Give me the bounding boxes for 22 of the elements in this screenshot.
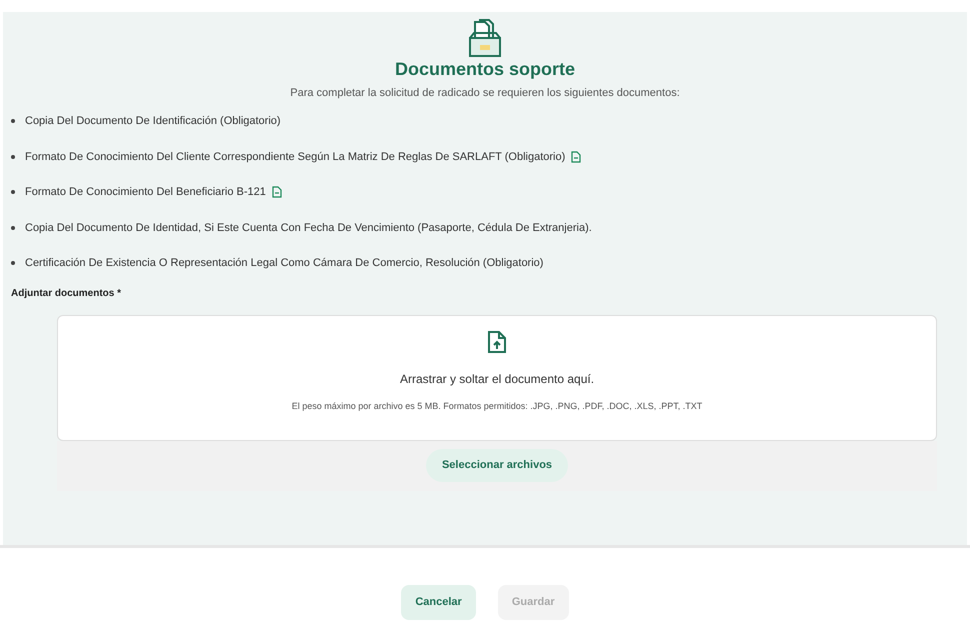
upload-area[interactable]: Arrastrar y soltar el documento aquí. El peso máximo por archivo es 5 MB. Formatos permitidos: .JPG, .PNG, .PDF, .DOC, .XLS, .PPT, .TXT	[57, 314, 937, 440]
file-download-icon[interactable]	[272, 186, 282, 198]
bullet-icon	[11, 119, 15, 124]
document-requirement: Certificación De Existencia O Representación Legal Como Cámara De Comercio, Resolución (Obligatorio)	[25, 256, 544, 271]
document-requirement: Formato De Conocimiento Del Beneficiario B-121	[25, 185, 266, 200]
upload-hint: El peso máximo por archivo es 5 MB. Formatos permitidos: .JPG, .PNG, .PDF, .DOC, .XLS, .PPT, .TXT	[292, 400, 702, 413]
document-requirement: Copia Del Documento De Identificación (Obligatorio)	[25, 114, 281, 129]
file-download-icon[interactable]	[571, 150, 582, 163]
bullet-icon	[11, 154, 15, 159]
cancel-button[interactable]: Cancelar	[401, 585, 476, 620]
box-icon	[467, 18, 503, 58]
file-upload-icon	[487, 330, 507, 354]
document-requirement: Copia Del Documento De Identidad, Si Este Cuenta Con Fecha De Vencimiento (Pasaporte, Cédula De Extranjeria).	[25, 220, 592, 236]
bullet-icon	[11, 190, 15, 194]
field-label: Adjuntar documentos *	[11, 286, 122, 300]
document-requirement: Formato De Conocimiento Del Cliente Correspondiente Según La Matriz De Reglas De SARLAFT (Obligatorio)	[25, 150, 566, 164]
bullet-icon	[11, 226, 15, 230]
page-title: Documentos soporte	[394, 58, 576, 80]
select-files-button[interactable]: Seleccionar archivos	[426, 449, 568, 482]
bullet-icon	[11, 261, 15, 266]
subtitle: Para completar la solicitud de radicado se requieren los siguientes documentos:	[290, 86, 680, 100]
drop-text: Arrastrar y soltar el documento aquí.	[400, 370, 594, 388]
